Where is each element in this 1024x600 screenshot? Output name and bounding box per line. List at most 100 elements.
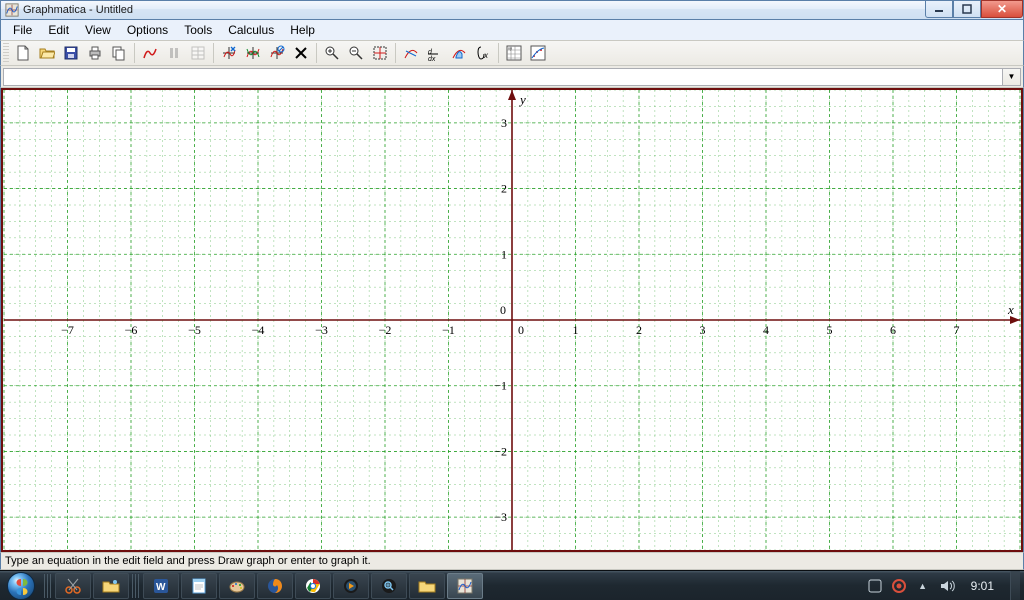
taskbar-item-word[interactable]: W <box>143 573 179 599</box>
menu-file[interactable]: File <box>5 21 40 39</box>
taskbar-item-notepad[interactable] <box>181 573 217 599</box>
window-title: Graphmatica - Untitled <box>23 4 133 16</box>
toolbar-separator <box>498 43 499 63</box>
open-file-icon[interactable] <box>35 42 59 64</box>
svg-text:d: d <box>428 49 433 56</box>
save-file-icon[interactable] <box>59 42 83 64</box>
svg-text:2: 2 <box>501 182 507 196</box>
taskbar: W ▲ 9:01 <box>0 570 1024 600</box>
set-range-icon[interactable] <box>368 42 392 64</box>
svg-text:−7: −7 <box>61 323 74 337</box>
taskbar-item-magnify[interactable] <box>371 573 407 599</box>
hide-graph-icon[interactable] <box>265 42 289 64</box>
print-icon[interactable] <box>83 42 107 64</box>
svg-text:1: 1 <box>501 247 507 261</box>
delete-graph-icon[interactable] <box>289 42 313 64</box>
minimize-button[interactable] <box>925 0 953 18</box>
taskbar-item-firefox[interactable] <box>257 573 293 599</box>
taskbar-grip[interactable] <box>132 574 140 598</box>
svg-text:0: 0 <box>500 303 506 317</box>
point-tables-icon[interactable] <box>186 42 210 64</box>
draw-graph-icon[interactable] <box>138 42 162 64</box>
menu-options[interactable]: Options <box>119 21 176 39</box>
svg-text:−1: −1 <box>494 379 507 393</box>
svg-text:dx: dx <box>428 56 436 61</box>
menu-calculus[interactable]: Calculus <box>220 21 282 39</box>
svg-text:−3: −3 <box>494 510 507 524</box>
equation-input[interactable] <box>3 68 1003 86</box>
svg-text:2: 2 <box>636 323 642 337</box>
taskbar-item-chrome[interactable] <box>295 573 331 599</box>
system-tray: ▲ 9:01 <box>863 571 1024 600</box>
maximize-button[interactable] <box>953 0 981 18</box>
close-button[interactable]: ✕ <box>981 0 1023 18</box>
show-hidden-icons[interactable]: ▲ <box>915 578 931 594</box>
svg-text:xy: xy <box>508 46 512 51</box>
tangent-line-icon[interactable] <box>399 42 423 64</box>
redraw-all-icon[interactable] <box>241 42 265 64</box>
find-point-icon[interactable]: x <box>471 42 495 64</box>
zoom-in-icon[interactable] <box>320 42 344 64</box>
svg-text:−2: −2 <box>494 444 507 458</box>
svg-text:−2: −2 <box>379 323 392 337</box>
curve-fit-icon[interactable] <box>526 42 550 64</box>
taskbar-item-explorer[interactable] <box>409 573 445 599</box>
status-bar: Type an equation in the edit field and p… <box>0 552 1024 570</box>
svg-text:1: 1 <box>573 323 579 337</box>
svg-text:0: 0 <box>518 323 524 337</box>
svg-text:3: 3 <box>700 323 706 337</box>
svg-text:3: 3 <box>501 116 507 130</box>
equation-history-dropdown[interactable]: ▼ <box>1003 68 1021 86</box>
toolbar: ddx x xy <box>0 40 1024 66</box>
toolbar-separator <box>395 43 396 63</box>
taskbar-item-paint[interactable] <box>219 573 255 599</box>
taskbar-item-snipping[interactable] <box>55 573 91 599</box>
svg-text:x: x <box>1007 302 1014 317</box>
toolbar-separator <box>316 43 317 63</box>
menu-view[interactable]: View <box>77 21 119 39</box>
toolbar-separator <box>134 43 135 63</box>
svg-text:x: x <box>483 51 489 60</box>
window-controls: ✕ <box>925 0 1023 18</box>
svg-text:−6: −6 <box>125 323 138 337</box>
svg-text:W: W <box>156 582 166 593</box>
app-icon <box>5 3 19 17</box>
copy-icon[interactable] <box>107 42 131 64</box>
menu-help[interactable]: Help <box>282 21 323 39</box>
sound-icon[interactable] <box>939 578 955 594</box>
zoom-out-icon[interactable] <box>344 42 368 64</box>
taskbar-item-graphmatica[interactable] <box>447 573 483 599</box>
action-center-icon[interactable] <box>867 578 883 594</box>
start-button[interactable] <box>0 571 42 600</box>
svg-text:6: 6 <box>890 323 896 337</box>
svg-text:y: y <box>518 92 526 107</box>
svg-text:7: 7 <box>954 323 960 337</box>
toolbar-grip[interactable] <box>3 43 9 63</box>
integrate-icon[interactable] <box>447 42 471 64</box>
taskbar-item-folder[interactable] <box>93 573 129 599</box>
graph-container: −7−6−5−4−3−2−101234567−3−2−11230xy <box>0 88 1024 552</box>
formula-bar: ▼ <box>0 66 1024 88</box>
graph-area[interactable]: −7−6−5−4−3−2−101234567−3−2−11230xy <box>1 88 1023 552</box>
svg-text:5: 5 <box>827 323 833 337</box>
svg-text:4: 4 <box>763 323 769 337</box>
svg-text:−3: −3 <box>315 323 328 337</box>
pause-icon[interactable] <box>162 42 186 64</box>
toolbar-separator <box>213 43 214 63</box>
menu-bar: File Edit View Options Tools Calculus He… <box>0 20 1024 40</box>
clear-screen-icon[interactable] <box>217 42 241 64</box>
coordinate-plane: −7−6−5−4−3−2−101234567−3−2−11230xy <box>3 90 1021 550</box>
taskbar-clock[interactable]: 9:01 <box>963 579 1002 593</box>
title-bar: Graphmatica - Untitled ✕ <box>0 0 1024 20</box>
new-file-icon[interactable] <box>11 42 35 64</box>
data-plot-icon[interactable]: xy <box>502 42 526 64</box>
derivative-icon[interactable]: ddx <box>423 42 447 64</box>
menu-edit[interactable]: Edit <box>40 21 77 39</box>
svg-text:−4: −4 <box>252 323 265 337</box>
menu-tools[interactable]: Tools <box>176 21 220 39</box>
av-icon[interactable] <box>891 578 907 594</box>
show-desktop-button[interactable] <box>1010 571 1020 600</box>
taskbar-item-media[interactable] <box>333 573 369 599</box>
svg-text:−1: −1 <box>442 323 455 337</box>
taskbar-grip[interactable] <box>44 574 52 598</box>
